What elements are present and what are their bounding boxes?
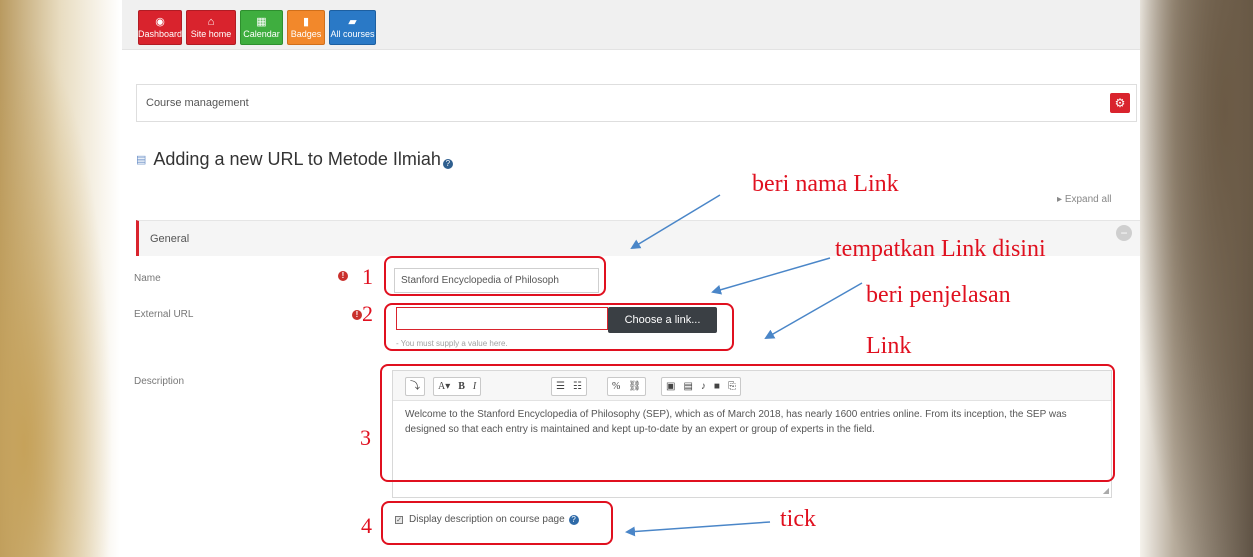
arrow-to-name bbox=[630, 194, 721, 250]
arrow-to-description bbox=[764, 282, 863, 339]
arrow-to-checkbox bbox=[625, 521, 771, 537]
arrow-to-url bbox=[711, 257, 831, 295]
annotation-arrows bbox=[625, 194, 863, 537]
